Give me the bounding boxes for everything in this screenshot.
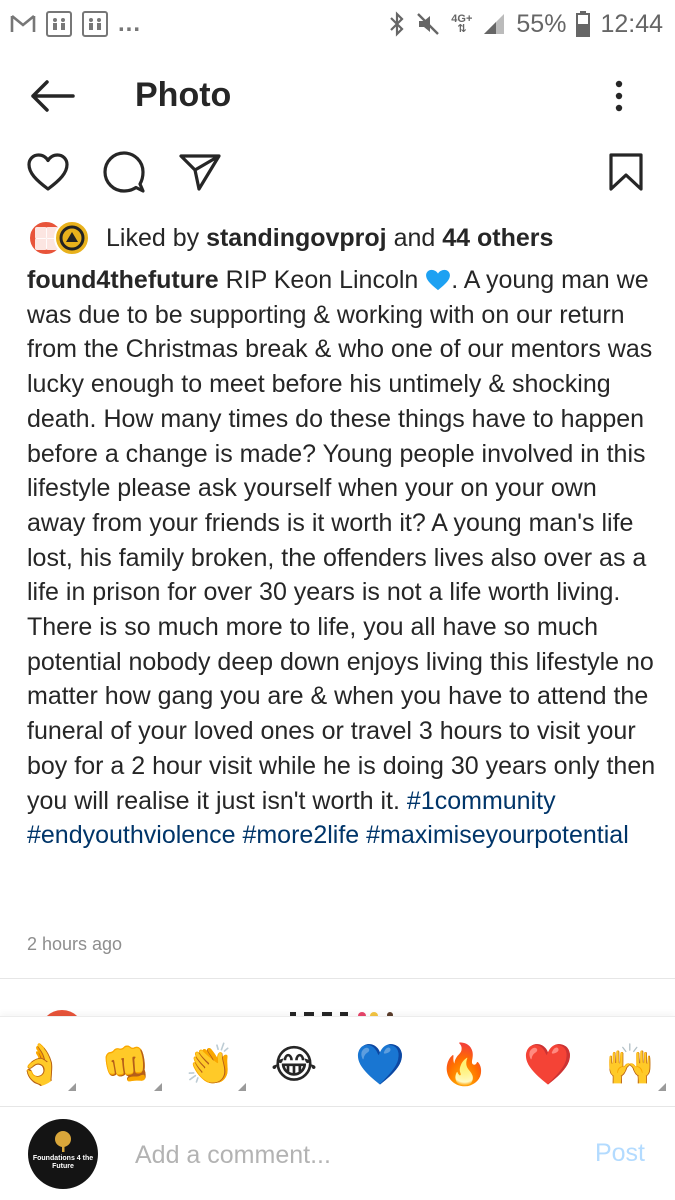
like-button[interactable]: [24, 148, 72, 196]
comment-composer: Foundations 4 the Future Post: [0, 1107, 675, 1200]
more-notifications: ...: [118, 10, 142, 37]
network-type: 4G+ ⇅: [451, 13, 473, 35]
share-button[interactable]: [176, 148, 224, 196]
fire-emoji-button[interactable]: 🔥: [438, 1039, 490, 1091]
raised-hands-emoji-button[interactable]: 🙌: [604, 1039, 666, 1091]
status-left: ...: [10, 10, 141, 38]
clock: 12:44: [600, 9, 663, 38]
likes-text: Liked by standingovproj and 44 others: [106, 223, 554, 252]
likes-summary[interactable]: Liked by standingovproj and 44 others: [28, 216, 553, 260]
comment-bubble-icon: [103, 151, 145, 193]
hashtag-link[interactable]: #more2life: [242, 821, 359, 849]
comment-input[interactable]: [135, 1135, 555, 1175]
app-icon: [82, 11, 108, 37]
hashtag-link[interactable]: #1community: [407, 787, 556, 815]
likes-others[interactable]: 44 others: [442, 224, 553, 252]
fist-emoji-button[interactable]: 👊: [100, 1039, 162, 1091]
red-heart-emoji-button[interactable]: ❤️: [522, 1039, 574, 1091]
more-options-button[interactable]: [607, 76, 631, 116]
battery-percent: 55%: [516, 9, 567, 38]
blue-heart-icon: [426, 269, 451, 291]
app-icon: [46, 11, 72, 37]
mute-icon: [415, 11, 441, 37]
heart-icon: [27, 153, 69, 191]
post-timestamp: 2 hours ago: [27, 934, 123, 954]
avatar-brand-text: Foundations 4 the Future: [32, 1155, 94, 1170]
comment-button[interactable]: [100, 148, 148, 196]
emoji-quick-bar: 👌 👊 👏 😂 💙 🔥 ❤️ 🙌: [0, 1016, 675, 1106]
save-button[interactable]: [602, 148, 650, 196]
next-comment-peek: [0, 1004, 675, 1016]
tree-logo-icon: [55, 1131, 71, 1152]
page-title: Photo: [135, 76, 232, 114]
laughing-emoji-button[interactable]: 😂: [268, 1039, 320, 1091]
status-bar: ... 4G+ ⇅ 55% 12:44: [0, 0, 675, 48]
more-vertical-icon: [615, 80, 623, 112]
signal-icon: [482, 12, 506, 36]
status-right: 4G+ ⇅ 55% 12:44: [389, 10, 663, 39]
post-button[interactable]: Post: [595, 1139, 645, 1168]
liker-username[interactable]: standingovproj: [206, 224, 387, 252]
divider: [0, 978, 675, 979]
bluetooth-icon: [389, 11, 405, 37]
hashtag-link[interactable]: #endyouthviolence: [27, 821, 236, 849]
user-avatar: Foundations 4 the Future: [28, 1119, 98, 1189]
send-icon: [179, 154, 221, 191]
bookmark-icon: [609, 153, 643, 191]
caption-username[interactable]: found4thefuture: [27, 266, 219, 294]
post-actions: [0, 148, 675, 196]
gmail-icon: [10, 14, 36, 34]
liker-avatars: [28, 218, 94, 258]
avatar: [54, 220, 90, 256]
clap-emoji-button[interactable]: 👏: [184, 1039, 246, 1091]
post-caption: found4thefuture RIP Keon Lincoln . A you…: [27, 266, 656, 850]
ok-hand-emoji-button[interactable]: 👌: [14, 1039, 76, 1091]
hashtag-link[interactable]: #maximiseyourpotential: [366, 821, 629, 849]
battery-icon: [576, 11, 591, 37]
blue-heart-emoji-button[interactable]: 💙: [354, 1039, 406, 1091]
back-button[interactable]: [26, 76, 78, 116]
comment-text-fragment: [290, 1012, 393, 1016]
back-arrow-icon: [31, 80, 75, 112]
header: Photo: [0, 62, 675, 132]
